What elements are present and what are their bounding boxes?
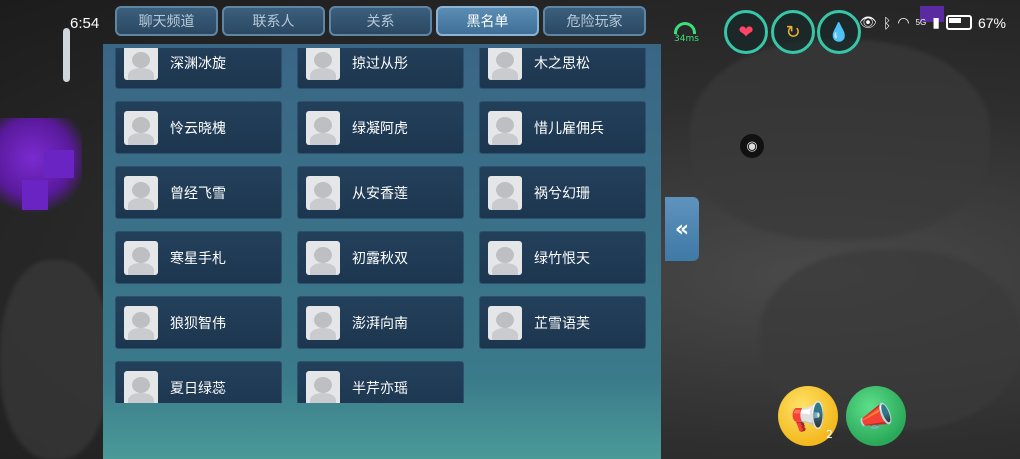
avatar-icon	[488, 305, 522, 340]
health-stat[interactable]: ❤	[724, 10, 768, 54]
water-drop-icon: 💧	[827, 21, 851, 43]
megaphone-icon: 📣	[858, 399, 894, 433]
blacklist-entry[interactable]: 深渊冰旋	[115, 48, 282, 89]
avatar-icon	[488, 240, 522, 275]
player-name: 掠过从彤	[352, 55, 408, 72]
megaphone-icon: 📢	[790, 399, 826, 433]
tab-contacts[interactable]: 联系人	[222, 6, 325, 36]
blacklist-entry[interactable]: 绿竹恨天	[479, 231, 646, 284]
tab-bar: 聊天频道 联系人 关系 黑名单 危险玩家	[115, 6, 646, 36]
tab-blacklist[interactable]: 黑名单	[436, 6, 539, 36]
tab-label: 联系人	[252, 14, 295, 30]
avatar-icon	[306, 48, 340, 80]
signal-bars-icon: ▮	[932, 14, 940, 30]
player-name: 曾经飞雪	[170, 185, 226, 202]
blacklist-grid: 深渊冰旋 掠过从彤 木之思松怜云晓槐 绿凝阿虎 惜儿雇佣兵曾经飞雪 从安香莲 祸兮幻珊寒星手…	[115, 48, 649, 403]
player-name: 从安香莲	[352, 185, 408, 202]
blacklist-entry[interactable]: 从安香莲	[297, 166, 464, 219]
blacklist-entry[interactable]: 初露秋双	[297, 231, 464, 284]
blacklist-entry[interactable]: 半芹亦瑶	[297, 361, 464, 403]
tab-label: 危险玩家	[566, 14, 623, 30]
player-name: 澎湃向南	[352, 315, 408, 332]
avatar-icon	[124, 48, 158, 80]
ping-label: 34ms	[674, 34, 699, 44]
player-name: 半芹亦瑶	[352, 380, 408, 397]
green-horn-button[interactable]: 📣	[846, 386, 906, 446]
avatar-icon	[488, 175, 522, 210]
player-name: 怜云晓槐	[170, 120, 226, 137]
blacklist-entry[interactable]: 寒星手札	[115, 231, 282, 284]
player-name: 惜儿雇佣兵	[534, 120, 604, 137]
blacklist-entry[interactable]: 芷雪语芙	[479, 296, 646, 349]
player-name: 芷雪语芙	[534, 315, 590, 332]
tab-chat[interactable]: 聊天频道	[115, 6, 218, 36]
blacklist-entry[interactable]: 绿凝阿虎	[297, 101, 464, 154]
avatar-icon	[488, 48, 522, 80]
avatar-icon	[306, 110, 340, 145]
avatar-icon	[124, 370, 158, 403]
tab-relations[interactable]: 关系	[329, 6, 432, 36]
blacklist-entry[interactable]: 夏日绿蕊	[115, 361, 282, 403]
blacklist-entry[interactable]: 狼狈智伟	[115, 296, 282, 349]
tab-dangerous-players[interactable]: 危险玩家	[543, 6, 646, 36]
status-bar-right: 👁 ᛒ ◠ 5G ▮ 67%	[859, 14, 1006, 31]
battery-percent: 67%	[977, 14, 1006, 31]
avatar-icon	[124, 305, 158, 340]
blacklist-entry[interactable]: 祸兮幻珊	[479, 166, 646, 219]
eye-status-icon: 👁	[859, 14, 877, 30]
player-name: 初露秋双	[352, 250, 408, 267]
avatar-icon	[306, 370, 340, 403]
blacklist-entry[interactable]: 澎湃向南	[297, 296, 464, 349]
avatar-icon	[124, 240, 158, 275]
side-drawer-handle[interactable]	[63, 28, 70, 82]
ping-signal-icon	[674, 22, 696, 34]
player-name: 祸兮幻珊	[534, 185, 590, 202]
heart-icon: ❤	[738, 21, 754, 43]
blacklist-entry[interactable]: 怜云晓槐	[115, 101, 282, 154]
blacklist-entry[interactable]: 惜儿雇佣兵	[479, 101, 646, 154]
blacklist-scroll-area[interactable]: 深渊冰旋 掠过从彤 木之思松怜云晓槐 绿凝阿虎 惜儿雇佣兵曾经飞雪 从安香莲 祸兮幻珊寒星手…	[115, 48, 649, 403]
blacklist-entry[interactable]: 木之思松	[479, 48, 646, 89]
avatar-icon	[124, 175, 158, 210]
collapse-panel-button[interactable]: «	[665, 197, 699, 261]
tab-label: 聊天频道	[138, 14, 195, 30]
player-name: 绿凝阿虎	[352, 120, 408, 137]
tab-label: 关系	[366, 14, 395, 30]
bluetooth-icon: ᛒ	[882, 14, 892, 31]
blacklist-entry[interactable]: 掠过从彤	[297, 48, 464, 89]
avatar-icon	[306, 175, 340, 210]
player-name: 深渊冰旋	[170, 55, 226, 72]
player-name: 绿竹恨天	[534, 250, 590, 267]
battery-icon	[945, 15, 972, 30]
avatar-icon	[306, 305, 340, 340]
avatar-icon	[488, 110, 522, 145]
ping-indicator: 34ms	[674, 22, 699, 44]
status-time: 6:54	[70, 15, 100, 32]
player-name: 寒星手札	[170, 250, 226, 267]
eye-icon[interactable]: ◉	[740, 134, 764, 158]
blacklist-entry[interactable]: 曾经飞雪	[115, 166, 282, 219]
stamina-stat[interactable]: ↻	[771, 10, 815, 54]
water-stat[interactable]: 💧	[817, 10, 861, 54]
player-name: 夏日绿蕊	[170, 380, 226, 397]
player-name: 狼狈智伟	[170, 315, 226, 332]
horn-count: 2	[826, 428, 833, 441]
stamina-icon: ↻	[785, 21, 801, 43]
network-label: 5G	[915, 18, 927, 27]
double-chevron-left-icon: «	[674, 216, 690, 242]
wifi-icon: ◠	[897, 14, 910, 30]
blacklist-panel: 深渊冰旋 掠过从彤 木之思松怜云晓槐 绿凝阿虎 惜儿雇佣兵曾经飞雪 从安香莲 祸兮幻珊寒星手…	[103, 44, 661, 459]
player-name: 木之思松	[534, 55, 590, 72]
avatar-icon	[306, 240, 340, 275]
tab-label: 黑名单	[466, 14, 509, 30]
avatar-icon	[124, 110, 158, 145]
